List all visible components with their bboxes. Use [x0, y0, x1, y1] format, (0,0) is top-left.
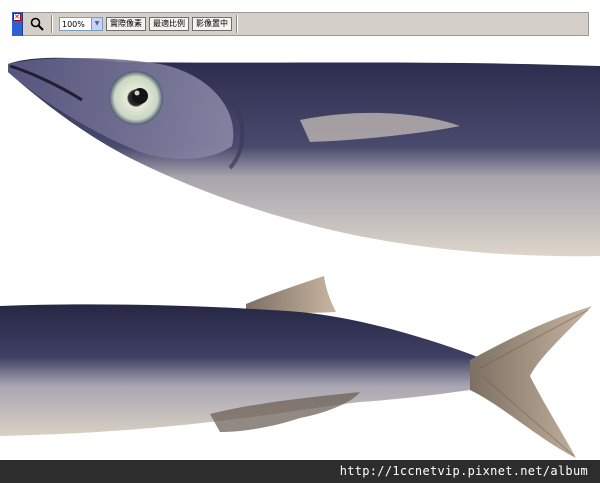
toolbar-separator-end: [236, 15, 238, 33]
actual-pixels-button[interactable]: 實際像素: [106, 17, 146, 31]
dorsal-fin: [246, 276, 336, 313]
chevron-down-icon[interactable]: ▼: [91, 18, 102, 30]
watermark-url: http://1ccnetvip.pixnet.net/album: [339, 464, 588, 478]
toolbar-grip[interactable]: ✕: [12, 12, 23, 36]
center-image-button[interactable]: 影像置中: [192, 17, 232, 31]
zoom-select[interactable]: 100% ▼: [59, 17, 103, 31]
close-icon[interactable]: ✕: [13, 13, 21, 21]
fish-illustration: [0, 57, 600, 458]
toolbar-separator: [51, 15, 53, 33]
zoom-value: 100%: [62, 19, 85, 29]
image-toolbar: ✕ 100% ▼ 實際像素 最適比例 影像置中: [12, 12, 589, 36]
fit-to-window-button[interactable]: 最適比例: [149, 17, 189, 31]
magnifier-icon[interactable]: [27, 15, 47, 33]
watermark-bar: http://1ccnetvip.pixnet.net/album: [0, 460, 600, 483]
